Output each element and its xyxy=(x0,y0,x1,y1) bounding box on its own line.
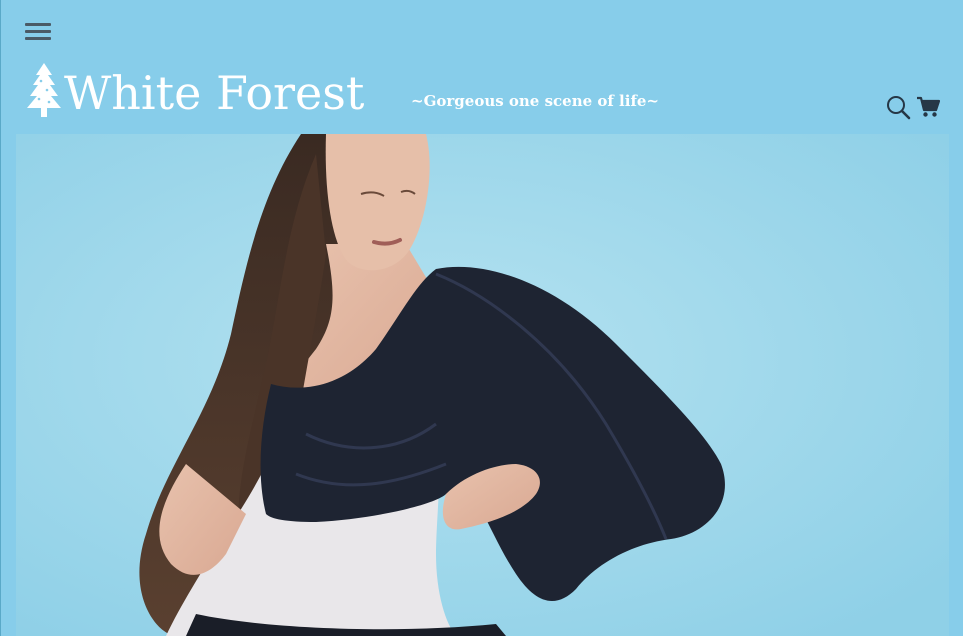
hamburger-line xyxy=(25,30,51,33)
page-edge-divider xyxy=(0,0,1,636)
hero-image[interactable] xyxy=(16,134,949,636)
pine-tree-icon xyxy=(27,63,61,117)
hero-model-illustration xyxy=(16,134,949,636)
site-logo[interactable]: White Forest xyxy=(24,58,364,122)
hamburger-line xyxy=(25,37,51,40)
menu-button[interactable] xyxy=(24,20,52,44)
site-tagline: ~Gorgeous one scene of life~ xyxy=(411,92,660,110)
shopping-cart-icon xyxy=(917,96,941,117)
hamburger-line xyxy=(25,23,51,26)
search-icon xyxy=(887,96,911,120)
page: White Forest ~Gorgeous one scene of life… xyxy=(0,0,963,636)
logo-text: White Forest xyxy=(64,66,365,120)
search-button[interactable] xyxy=(885,94,911,120)
cart-button[interactable] xyxy=(916,96,941,118)
